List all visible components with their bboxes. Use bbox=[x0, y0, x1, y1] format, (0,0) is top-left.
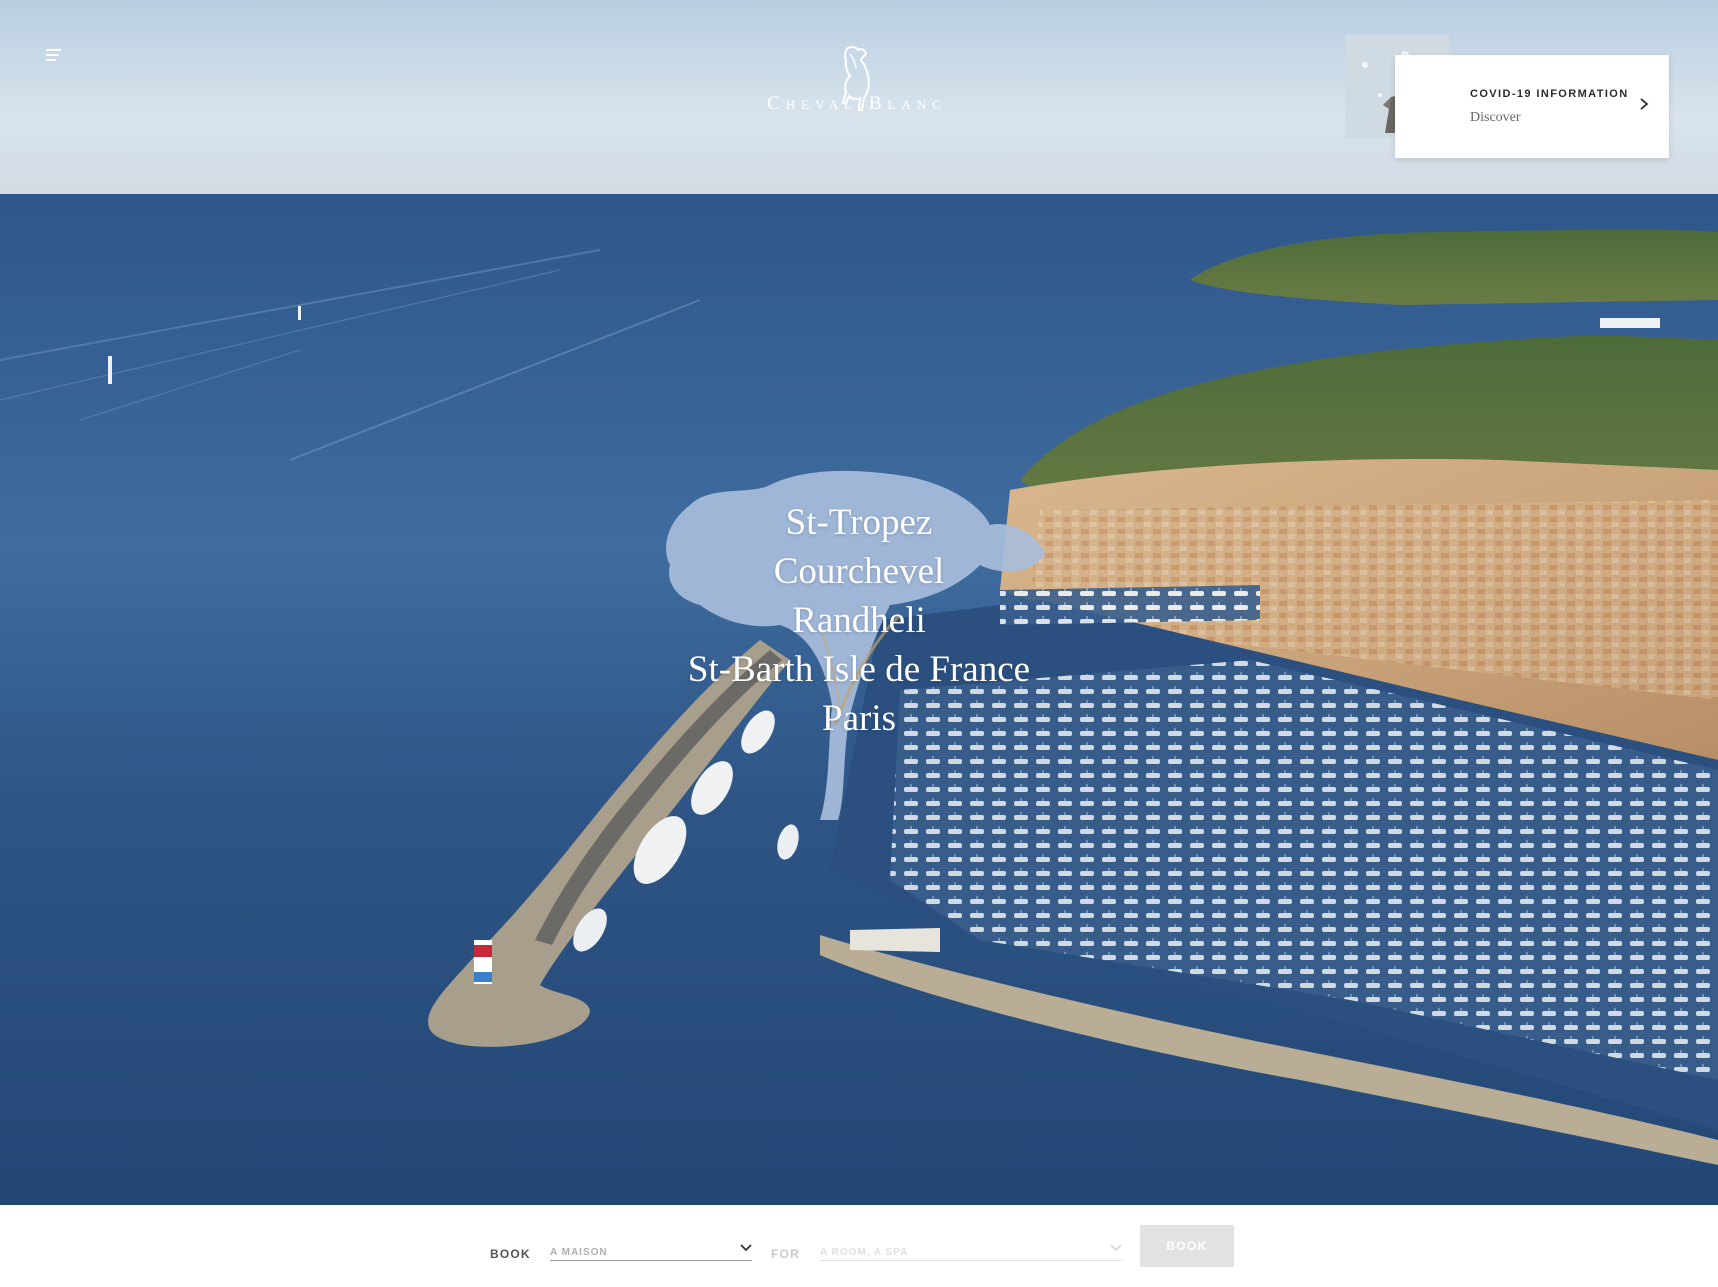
maison-select-value: A MAISON bbox=[550, 1247, 608, 1258]
hamburger-menu-icon[interactable] bbox=[46, 46, 68, 64]
maison-select[interactable]: A MAISON bbox=[550, 1237, 752, 1261]
chevron-down-icon bbox=[740, 1244, 752, 1252]
book-button[interactable]: BOOK bbox=[1140, 1225, 1234, 1267]
chevron-down-icon bbox=[1110, 1244, 1122, 1252]
destination-st-tropez[interactable]: St-Tropez bbox=[559, 498, 1159, 547]
for-label: FOR bbox=[771, 1247, 800, 1261]
destination-courchevel[interactable]: Courchevel bbox=[559, 547, 1159, 596]
booking-bar: BOOK A MAISON FOR A ROOM, A SPA BOOK bbox=[0, 1205, 1718, 1287]
for-select[interactable]: A ROOM, A SPA bbox=[820, 1237, 1122, 1261]
logo-wordmark: Cheval Blanc bbox=[767, 93, 947, 114]
menu-line bbox=[46, 54, 59, 56]
cheval-blanc-logo[interactable]: Cheval Blanc bbox=[752, 44, 962, 114]
destination-paris[interactable]: Paris bbox=[559, 694, 1159, 743]
menu-line bbox=[46, 49, 61, 51]
menu-line bbox=[46, 59, 56, 61]
covid-info-card[interactable]: COVID-19 INFORMATION Discover bbox=[1395, 55, 1669, 158]
book-label: BOOK bbox=[490, 1247, 531, 1261]
covid-discover-link[interactable]: Discover bbox=[1470, 110, 1521, 126]
chevron-right-icon[interactable] bbox=[1637, 97, 1651, 111]
destination-list: St-Tropez Courchevel Randheli St-Barth I… bbox=[559, 498, 1159, 743]
destination-randheli[interactable]: Randheli bbox=[559, 596, 1159, 645]
destination-st-barth[interactable]: St-Barth Isle de France bbox=[559, 645, 1159, 694]
covid-card-title: COVID-19 INFORMATION bbox=[1470, 88, 1629, 100]
for-select-value: A ROOM, A SPA bbox=[820, 1247, 909, 1258]
